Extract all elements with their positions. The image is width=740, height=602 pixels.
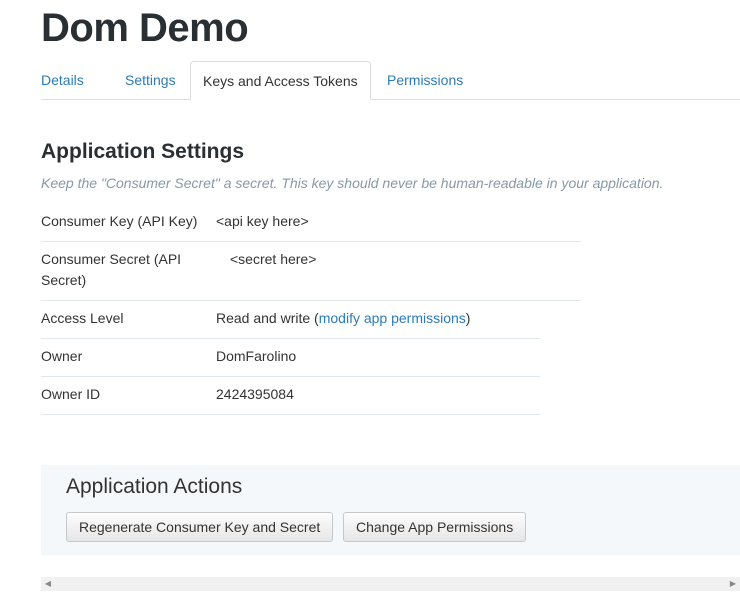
tab-bar: Details Settings Keys and Access Tokens … <box>41 61 740 100</box>
settings-row-consumer-key: Consumer Key (API Key) <api key here> <box>41 211 581 242</box>
settings-row-owner-id: Owner ID 2424395084 <box>41 384 540 415</box>
modify-app-permissions-link[interactable]: modify app permissions <box>319 310 466 326</box>
access-level-suffix: ) <box>465 310 471 326</box>
consumer-secret-value: <secret here> <box>230 251 317 267</box>
owner-id-value: 2424395084 <box>216 386 294 402</box>
row-label: Consumer Key (API Key) <box>41 213 198 229</box>
row-label: Access Level <box>41 310 124 326</box>
tab-permissions[interactable]: Permissions <box>387 61 463 99</box>
row-label: Owner ID <box>41 386 101 402</box>
row-label: Owner <box>41 348 83 364</box>
actions-title: Application Actions <box>66 475 243 498</box>
change-app-permissions-button[interactable]: Change App Permissions <box>343 512 527 542</box>
scroll-left-icon[interactable]: ◀ <box>41 577 55 591</box>
owner-value: DomFarolino <box>216 348 297 364</box>
tab-settings[interactable]: Settings <box>125 61 176 99</box>
horizontal-scrollbar[interactable]: ◀ ▶ <box>41 577 740 591</box>
row-label: Consumer Secret (API Secret) <box>41 251 182 288</box>
tab-keys-and-access-tokens[interactable]: Keys and Access Tokens <box>190 61 371 100</box>
settings-row-owner: Owner DomFarolino <box>41 346 540 377</box>
access-level-text: Read and write ( <box>216 310 319 326</box>
settings-row-consumer-secret: Consumer Secret (API Secret) <secret her… <box>41 249 581 301</box>
app-title: Dom Demo <box>41 6 249 50</box>
security-hint: Keep the "Consumer Secret" a secret. Thi… <box>41 175 664 191</box>
settings-row-access-level: Access Level Read and write (modify app … <box>41 308 540 339</box>
tab-details[interactable]: Details <box>41 61 84 99</box>
access-level-value: Read and write (modify app permissions) <box>216 308 470 329</box>
scroll-right-icon[interactable]: ▶ <box>726 577 740 591</box>
application-actions-panel: Application Actions Regenerate Consumer … <box>41 465 740 555</box>
consumer-key-value: <api key here> <box>216 213 309 229</box>
section-title: Application Settings <box>41 140 245 163</box>
regenerate-keys-button[interactable]: Regenerate Consumer Key and Secret <box>66 512 334 542</box>
